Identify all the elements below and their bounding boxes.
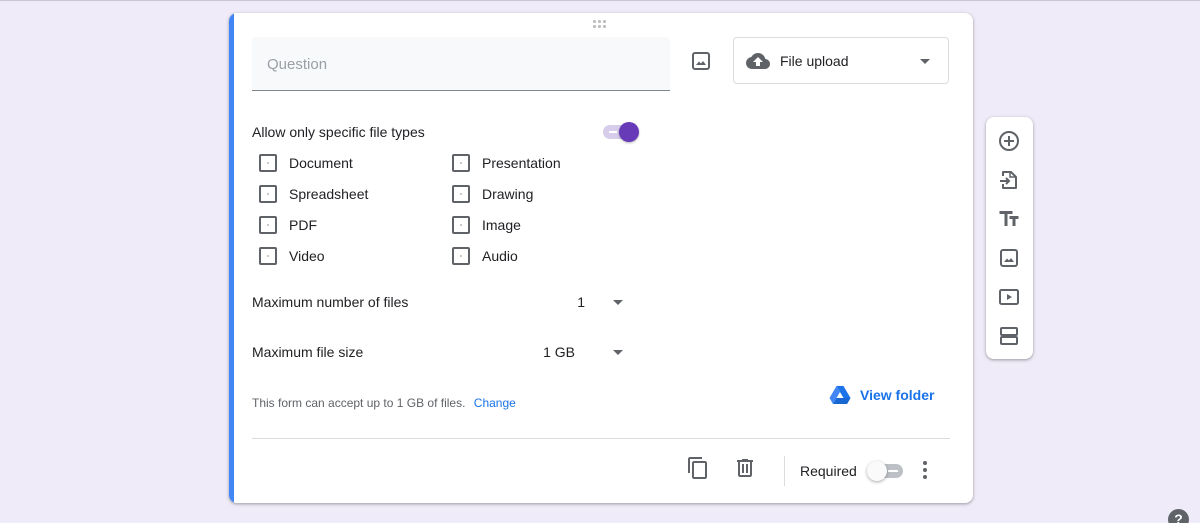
add-section-button[interactable] (997, 324, 1021, 348)
import-icon (1000, 171, 1017, 189)
change-limit-link[interactable]: Change (474, 396, 516, 410)
question-field[interactable] (252, 37, 670, 91)
add-title-button[interactable] (997, 207, 1021, 231)
import-questions-button[interactable] (997, 168, 1021, 192)
max-files-dropdown[interactable]: 1 (559, 292, 623, 312)
allow-file-types-toggle[interactable] (603, 122, 639, 142)
section-icon (1000, 327, 1018, 345)
checkbox-label: PDF (289, 217, 317, 233)
copy-icon (688, 457, 707, 479)
question-type-label: File upload (780, 52, 849, 69)
video-icon (999, 289, 1019, 305)
view-folder-label: View folder (860, 387, 935, 403)
chevron-down-icon (920, 59, 930, 64)
max-files-label: Maximum number of files (252, 294, 409, 310)
allow-file-types-label: Allow only specific file types (252, 124, 425, 140)
footer-separator (784, 456, 785, 486)
more-options-button[interactable] (917, 459, 933, 483)
chevron-down-icon (613, 350, 623, 355)
checkbox-label: Video (289, 248, 325, 264)
required-label: Required (800, 463, 857, 479)
active-card-indicator (229, 13, 234, 503)
file-type-pdf-checkbox[interactable]: PDF (259, 215, 317, 235)
checkbox-icon (259, 185, 277, 203)
side-toolbar (986, 117, 1033, 359)
footer-divider (252, 438, 950, 439)
add-circle-icon (999, 131, 1019, 151)
checkbox-label: Document (289, 155, 353, 171)
trash-icon (737, 459, 753, 477)
checkbox-icon (452, 247, 470, 265)
file-type-presentation-checkbox[interactable]: Presentation (452, 153, 561, 173)
max-size-label: Maximum file size (252, 344, 364, 360)
add-video-button[interactable] (997, 285, 1021, 309)
checkbox-label: Presentation (482, 155, 561, 171)
checkbox-label: Image (482, 217, 521, 233)
checkbox-icon (452, 154, 470, 172)
upload-limit-text: This form can accept up to 1 GB of files… (252, 396, 466, 410)
delete-button[interactable] (733, 456, 757, 480)
question-input[interactable] (252, 37, 670, 90)
checkbox-label: Spreadsheet (289, 186, 369, 202)
max-size-dropdown[interactable]: 1 GB (529, 342, 623, 362)
cloud-upload-icon (746, 49, 770, 73)
file-type-image-checkbox[interactable]: Image (452, 215, 521, 235)
checkbox-label: Audio (482, 248, 518, 264)
question-type-dropdown[interactable]: File upload (733, 37, 949, 84)
add-image-button[interactable] (997, 246, 1021, 270)
duplicate-button[interactable] (686, 456, 710, 480)
checkbox-label: Drawing (482, 186, 534, 202)
drag-handle-icon[interactable] (593, 20, 609, 30)
question-card[interactable]: File upload Allow only specific file typ… (229, 13, 973, 503)
required-toggle[interactable] (867, 461, 905, 481)
checkbox-icon (259, 154, 277, 172)
add-question-button[interactable] (997, 129, 1021, 153)
file-type-video-checkbox[interactable]: Video (259, 246, 325, 266)
checkbox-icon (259, 247, 277, 265)
google-drive-icon (829, 386, 851, 404)
image-icon (692, 52, 710, 70)
title-icon (999, 211, 1019, 226)
upload-limit-info: This form can accept up to 1 GB of files… (252, 396, 516, 410)
file-type-document-checkbox[interactable]: Document (259, 153, 353, 173)
help-button[interactable]: ? (1168, 509, 1189, 523)
chevron-down-icon (613, 300, 623, 305)
file-type-spreadsheet-checkbox[interactable]: Spreadsheet (259, 184, 368, 204)
max-files-value: 1 (577, 294, 585, 310)
checkbox-icon (452, 216, 470, 234)
checkbox-icon (452, 185, 470, 203)
max-size-value: 1 GB (543, 344, 575, 360)
file-type-drawing-checkbox[interactable]: Drawing (452, 184, 533, 204)
add-image-to-question-button[interactable] (689, 49, 713, 73)
view-folder-button[interactable]: View folder (829, 385, 934, 405)
image-icon (1000, 249, 1018, 267)
more-vert-icon (923, 461, 927, 465)
checkbox-icon (259, 216, 277, 234)
file-type-audio-checkbox[interactable]: Audio (452, 246, 518, 266)
